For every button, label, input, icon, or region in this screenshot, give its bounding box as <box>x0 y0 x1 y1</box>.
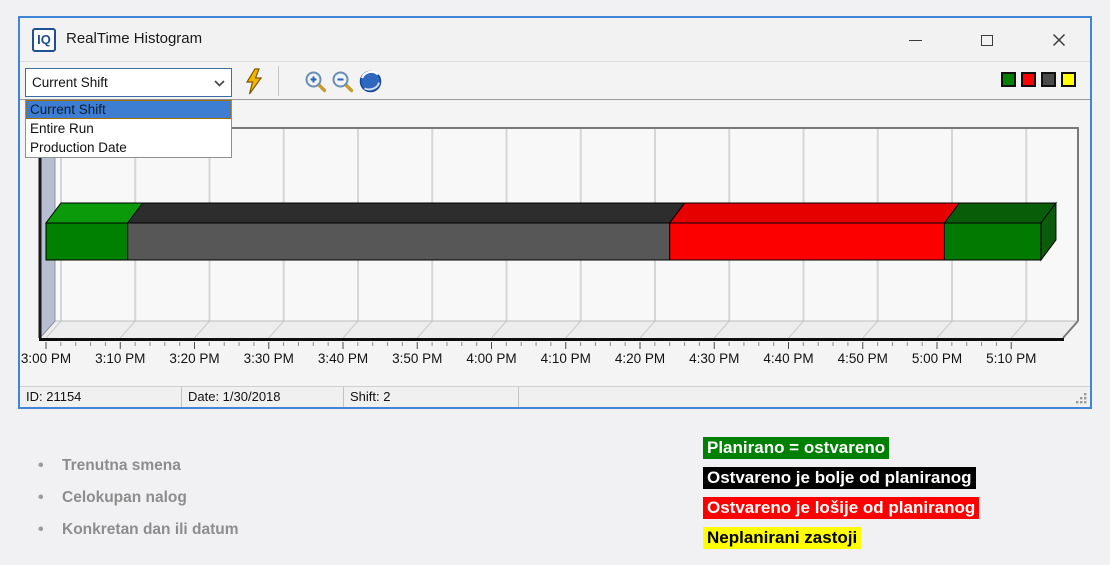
reset-view-button[interactable] <box>356 67 384 95</box>
status-legend: Planirano = ostvareno Ostvareno je bolje… <box>703 437 979 557</box>
x-tick-label: 3:20 PM <box>169 351 219 366</box>
bar-segment-top-1 <box>128 203 685 223</box>
bar-segment-1 <box>128 223 670 260</box>
resize-grip[interactable] <box>1075 392 1088 405</box>
bar-segment-2 <box>670 223 945 260</box>
x-tick-label: 4:30 PM <box>689 351 739 366</box>
x-tick-label: 5:10 PM <box>986 351 1036 366</box>
zoom-in-button[interactable] <box>301 67 329 95</box>
globe-icon <box>358 69 383 94</box>
lightning-bolt-icon <box>243 68 265 95</box>
x-tick-label: 4:40 PM <box>763 351 813 366</box>
window-title: RealTime Histogram <box>66 30 202 47</box>
dropdown-option-entire-run[interactable]: Entire Run <box>26 119 231 138</box>
legend-swatch-red <box>1021 72 1036 87</box>
dropdown-option-production-date[interactable]: Production Date <box>26 138 231 157</box>
x-tick-label: 4:00 PM <box>466 351 516 366</box>
zoom-in-icon <box>304 70 327 93</box>
range-dropdown[interactable]: Current Shift <box>25 68 232 97</box>
legend-swatch-green <box>1001 72 1016 87</box>
app-logo-icon: IQ <box>32 28 56 52</box>
note-item: Trenutna smena <box>38 450 239 482</box>
note-item: Celokupan nalog <box>38 482 239 514</box>
x-tick-label: 3:40 PM <box>318 351 368 366</box>
legend-swatch-dark-gray <box>1041 72 1056 87</box>
legend-item-red: Ostvareno je lošije od planiranog <box>703 497 979 519</box>
toolbar-separator <box>278 66 279 96</box>
notes-list: Trenutna smena Celokupan nalog Konkretan… <box>38 450 239 546</box>
bar-segment-top-3 <box>944 203 1056 223</box>
status-bar: ID: 21154 Date: 1/30/2018 Shift: 2 <box>20 386 1090 407</box>
x-tick-label: 5:00 PM <box>912 351 962 366</box>
zoom-out-icon <box>331 70 354 93</box>
status-empty <box>519 387 1090 407</box>
realtime-histogram-window: IQ RealTime Histogram <box>18 16 1092 409</box>
note-item: Konkretan dan ili datum <box>38 514 239 546</box>
bar-segment-0 <box>46 223 128 260</box>
legend-item-black: Ostvareno je bolje od planiranog <box>703 467 976 489</box>
title-bar: IQ RealTime Histogram <box>20 18 1090 62</box>
dropdown-option-current-shift[interactable]: Current Shift <box>26 100 231 119</box>
range-dropdown-list: Current Shift Entire Run Production Date <box>25 99 232 158</box>
x-tick-label: 4:20 PM <box>615 351 665 366</box>
status-color-swatches <box>1001 72 1076 87</box>
maximize-icon <box>981 35 993 46</box>
legend-item-yellow: Neplanirani zastoji <box>703 527 861 549</box>
close-button[interactable] <box>1044 25 1074 55</box>
bar-segment-top-2 <box>670 203 960 223</box>
x-tick-label: 3:30 PM <box>244 351 294 366</box>
chevron-down-icon <box>207 74 231 92</box>
close-icon <box>1052 33 1066 47</box>
legend-item-green: Planirano = ostvareno <box>703 437 889 459</box>
x-tick-label: 3:10 PM <box>95 351 145 366</box>
minimize-button[interactable] <box>900 25 930 55</box>
bar-segment-3 <box>944 223 1041 260</box>
status-date: Date: 1/30/2018 <box>182 387 344 407</box>
x-tick-label: 3:50 PM <box>392 351 442 366</box>
page-background: { "window": { "app_icon_text": "IQ", "ti… <box>0 0 1110 565</box>
zoom-out-button[interactable] <box>328 67 356 95</box>
bar-segment-top-0 <box>46 203 143 223</box>
range-dropdown-value: Current Shift <box>26 75 207 90</box>
status-id: ID: 21154 <box>20 387 182 407</box>
x-tick-label: 3:00 PM <box>21 351 71 366</box>
x-tick-label: 4:50 PM <box>838 351 888 366</box>
minimize-icon <box>909 40 922 41</box>
plot-floor <box>40 321 1078 338</box>
legend-swatch-yellow <box>1061 72 1076 87</box>
status-shift: Shift: 2 <box>344 387 519 407</box>
refresh-data-button[interactable] <box>240 67 268 95</box>
x-tick-label: 4:10 PM <box>541 351 591 366</box>
maximize-button[interactable] <box>972 25 1002 55</box>
